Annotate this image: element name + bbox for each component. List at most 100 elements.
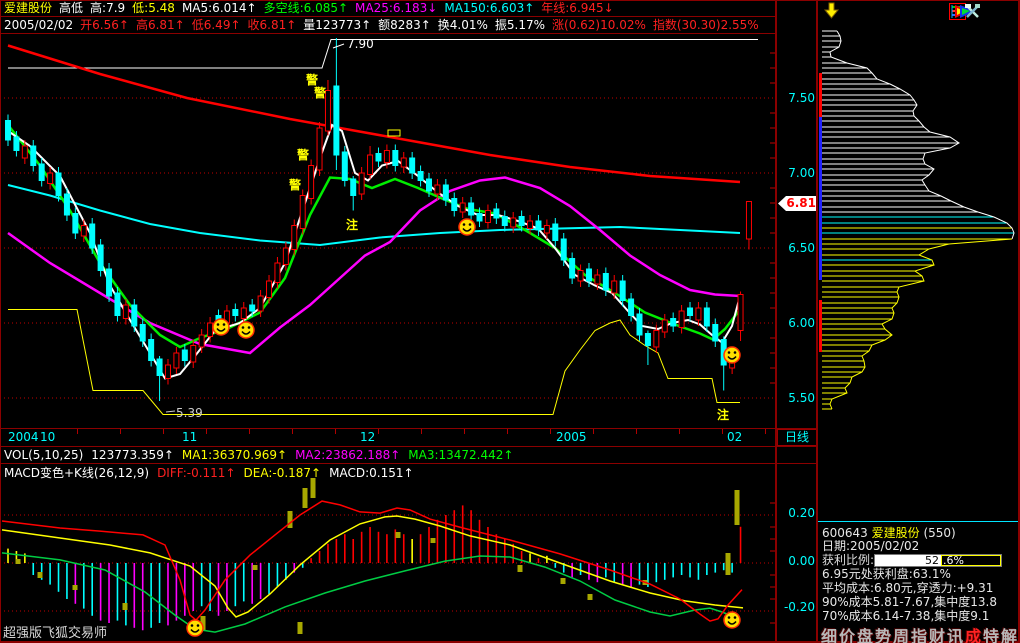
tab-细[interactable]: 细 — [820, 623, 838, 643]
info-title-part-0: 600643 — [822, 526, 872, 540]
note-marker: 注 — [346, 217, 358, 232]
hdr2-field-1: 开6.56↑ — [80, 18, 129, 32]
timeline-tick — [765, 429, 766, 434]
smiley-buy-signal-icon — [238, 322, 254, 338]
axis-label-0.20: 0.20 — [773, 506, 815, 520]
vol-field-4: MA3:13472.442↑ — [408, 448, 513, 462]
border-timeline-bottom — [0, 446, 818, 447]
hdr2-field-9: 涨(0.62)10.02% — [552, 18, 646, 32]
timeline-tick — [249, 429, 250, 434]
timeline-tick — [507, 429, 508, 434]
axis-label-7.50: 7.50 — [773, 91, 815, 105]
hdr2-field-3: 低6.49↑ — [192, 18, 241, 32]
timeline-label-11: 11 — [182, 431, 197, 444]
tab-特[interactable]: 特 — [982, 623, 1000, 643]
border-header2 — [0, 33, 777, 34]
timeline-label-12: 12 — [360, 431, 375, 444]
border-main-bottom — [0, 428, 818, 429]
vol-field-0: VOL(5,10,25) — [4, 448, 83, 462]
profit-ratio-bar: 52.6% — [874, 554, 1002, 567]
axis-label-6.50: 6.50 — [773, 241, 815, 255]
border-axis-right — [816, 0, 818, 643]
tab-解[interactable]: 解 — [1000, 623, 1018, 643]
timeline-tick — [722, 429, 723, 434]
volume-indicator-row: VOL(5,10,25) 123773.359↑ MA1:36370.969↑ MA2… — [4, 448, 521, 462]
border-left — [0, 0, 1, 643]
info-title-part-1: 爱建股份 — [872, 526, 924, 540]
info-average-cost: 平均成本:6.80元,穿透力:+9.31 — [822, 582, 993, 595]
bottom-tab-bar: 细价盘势周指财讯成特解 — [820, 623, 1020, 643]
macd-field-2: DEA:-0.187↑ — [244, 466, 322, 480]
timeline-tick — [550, 429, 551, 434]
hdr1-field-5: 多空线:6.085↑ — [264, 1, 348, 15]
stock-trading-app-window: { "watermark": "超强版飞狐交易师", "header": { "… — [0, 0, 1020, 643]
border-vol-bottom — [0, 463, 818, 464]
timeline-label-2004: 2004 — [8, 431, 39, 444]
axis-label-0.00: 0.00 — [773, 554, 815, 568]
tab-指[interactable]: 指 — [910, 623, 928, 643]
warning-marker: 警 — [313, 85, 326, 100]
tab-盘[interactable]: 盘 — [856, 623, 874, 643]
hdr1-field-2: 高:7.9 — [90, 1, 125, 15]
timeline-tick — [77, 429, 78, 434]
timeline-tick — [464, 429, 465, 434]
svg-text:7.90: 7.90 — [347, 37, 374, 51]
vol-field-3: MA2:23862.188↑ — [295, 448, 400, 462]
tab-讯[interactable]: 讯 — [946, 623, 964, 643]
period-label[interactable]: 日线 — [777, 429, 817, 446]
header-row-daily-stats: 2005/02/02开6.56↑高6.81↑低6.49↑收6.81↑量12377… — [4, 18, 766, 33]
info-title-part-2: (550) — [923, 526, 955, 540]
profit-ratio-row: 获利比例:52.6% — [822, 553, 1002, 567]
hdr2-field-7: 换4.01% — [438, 18, 488, 32]
svg-text:5.39: 5.39 — [176, 406, 203, 420]
timeline-label-10: 10 — [40, 431, 55, 444]
macd-field-0: MACD变色+K线(26,12,9) — [4, 466, 149, 480]
timeline-tick — [378, 429, 379, 434]
timeline-tick — [636, 429, 637, 434]
info-cost-90pct: 90%成本5.81-7.67,集中度13.8 — [822, 596, 997, 609]
hdr1-field-1: 高低 — [59, 1, 83, 15]
tab-势[interactable]: 势 — [874, 623, 892, 643]
profit-ratio-label: 获利比例: — [822, 553, 874, 567]
warning-marker: 警 — [296, 147, 309, 162]
tab-财[interactable]: 财 — [928, 623, 946, 643]
hdr1-field-8: 年线:6.945↓ — [541, 1, 613, 15]
timeline-tick — [292, 429, 293, 434]
smiley-buy-signal-icon — [724, 612, 740, 628]
timeline-label-02: 02 — [727, 431, 742, 444]
main-candlestick-chart[interactable]: 7.905.39警警警警注注 — [0, 34, 777, 429]
macd-field-1: DIFF:-0.111↑ — [157, 466, 235, 480]
hdr1-field-6: MA25:6.183↓ — [355, 1, 437, 15]
vol-field-2: MA1:36370.969↑ — [182, 448, 287, 462]
header-row-stock-stats: 爱建股份高低高:7.9低:5.48MA5:6.014↑多空线:6.085↑MA2… — [4, 1, 621, 16]
tab-价[interactable]: 价 — [838, 623, 856, 643]
timeline-tick — [335, 429, 336, 434]
macd-chart[interactable] — [0, 463, 777, 643]
volume-profile-chart — [818, 0, 1018, 462]
axis-label--0.20: -0.20 — [773, 600, 815, 614]
timeline-tick — [679, 429, 680, 434]
hdr2-field-2: 高6.81↑ — [136, 18, 185, 32]
tab-成[interactable]: 成 — [964, 623, 982, 643]
info-date: 日期:2005/02/02 — [822, 540, 919, 553]
timeline-tick — [593, 429, 594, 434]
hdr1-field-0: 爱建股份 — [4, 1, 52, 15]
smiley-buy-signal-icon — [187, 620, 203, 636]
hdr2-field-6: 额8283↑ — [378, 18, 431, 32]
smiley-buy-signal-icon — [459, 219, 475, 235]
tab-周[interactable]: 周 — [892, 623, 910, 643]
axis-label-5.50: 5.50 — [773, 391, 815, 405]
hdr1-field-4: MA5:6.014↑ — [182, 1, 257, 15]
timeline-tick — [163, 429, 164, 434]
warning-marker: 警 — [305, 72, 318, 87]
hdr2-field-4: 收6.81↑ — [248, 18, 297, 32]
border-top — [0, 0, 1020, 1]
note-marker: 注 — [717, 407, 729, 422]
info-cost-70pct: 70%成本6.14-7.38,集中度9.1 — [822, 610, 989, 623]
hdr2-field-0: 2005/02/02 — [4, 18, 73, 32]
vol-field-1: 123773.359↑ — [91, 448, 174, 462]
timeline-tick — [206, 429, 207, 434]
info-profit-at-price: 6.95元处获利盘:63.1% — [822, 568, 951, 581]
axis-label-7.00: 7.00 — [773, 166, 815, 180]
app-watermark: 超强版飞狐交易师 — [3, 622, 107, 641]
